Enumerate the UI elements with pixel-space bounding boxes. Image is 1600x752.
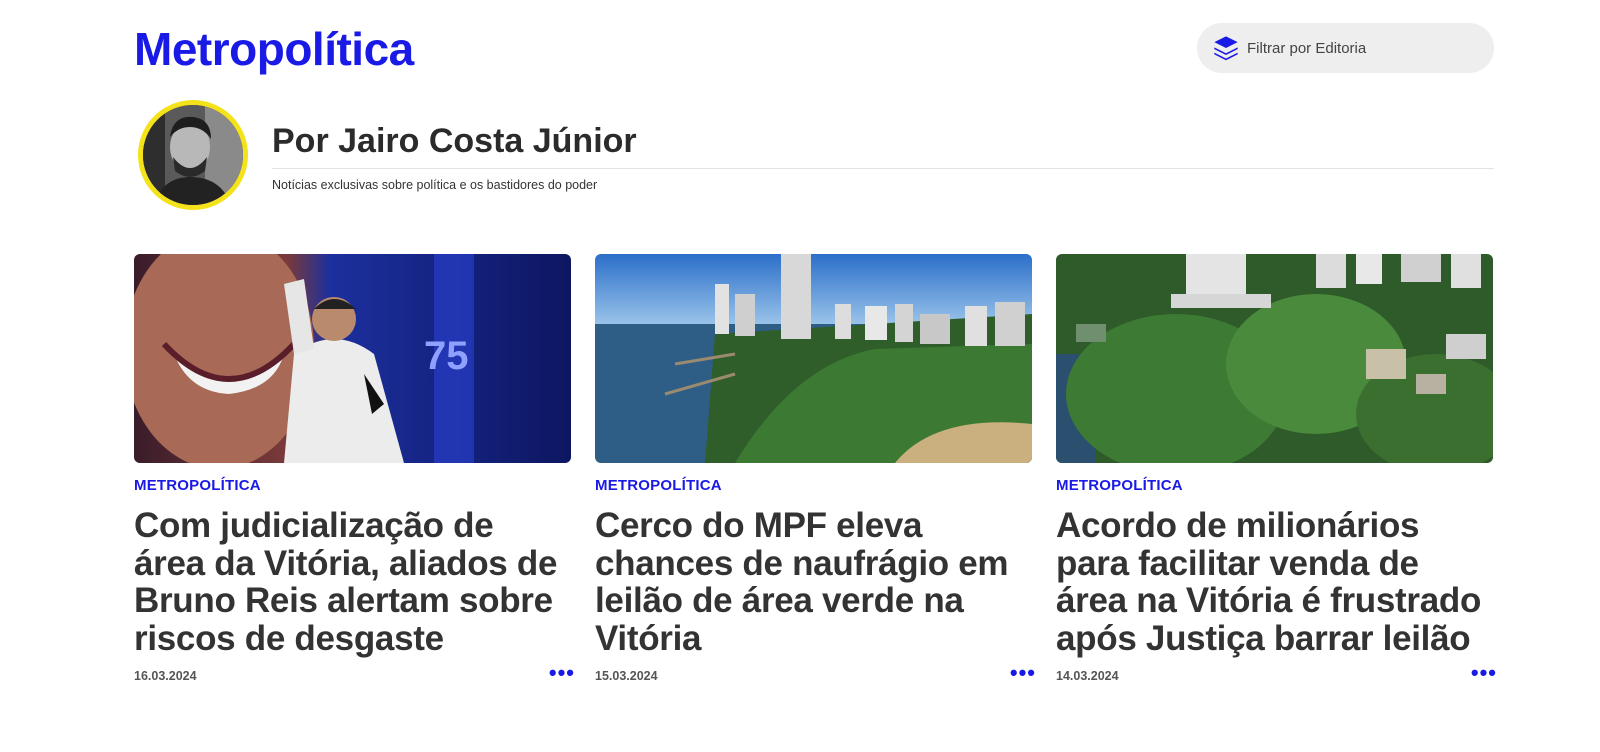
author-avatar[interactable] <box>138 100 248 210</box>
article-date: 14.03.2024 <box>1056 669 1119 683</box>
filter-label: Filtrar por Editoria <box>1247 39 1367 57</box>
article-card[interactable]: METROPOLÍTICA Cerco do MPF eleva chances… <box>595 254 1035 687</box>
svg-text:75: 75 <box>424 334 469 378</box>
more-options-icon[interactable]: ••• <box>1471 662 1497 684</box>
more-options-icon[interactable]: ••• <box>549 662 575 684</box>
article-title[interactable]: Acordo de milionários para facilitar ven… <box>1056 507 1493 657</box>
article-title[interactable]: Cerco do MPF eleva chances de naufrágio … <box>595 507 1032 657</box>
article-card[interactable]: 75 METROPOLÍTICA Com judicialização de á… <box>134 254 574 687</box>
more-options-icon[interactable]: ••• <box>1010 662 1036 684</box>
article-date: 15.03.2024 <box>595 669 658 683</box>
divider <box>272 168 1494 169</box>
layers-icon <box>1209 31 1243 65</box>
article-image[interactable]: 75 <box>134 254 571 463</box>
author-description: Notícias exclusivas sobre política e os … <box>272 178 598 192</box>
article-category[interactable]: METROPOLÍTICA <box>1056 477 1493 494</box>
article-date: 16.03.2024 <box>134 669 197 683</box>
article-category[interactable]: METROPOLÍTICA <box>134 477 571 494</box>
article-image[interactable] <box>1056 254 1493 463</box>
author-name[interactable]: Por Jairo Costa Júnior <box>272 122 637 161</box>
author-header: Por Jairo Costa Júnior Notícias exclusiv… <box>138 100 1494 218</box>
article-card[interactable]: METROPOLÍTICA Acordo de milionários para… <box>1056 254 1496 687</box>
article-title[interactable]: Com judicialização de área da Vitória, a… <box>134 507 571 657</box>
article-category[interactable]: METROPOLÍTICA <box>595 477 1032 494</box>
brand-title[interactable]: Metropolítica <box>134 22 414 76</box>
filter-by-section-button[interactable]: Filtrar por Editoria <box>1197 23 1494 73</box>
article-image[interactable] <box>595 254 1032 463</box>
